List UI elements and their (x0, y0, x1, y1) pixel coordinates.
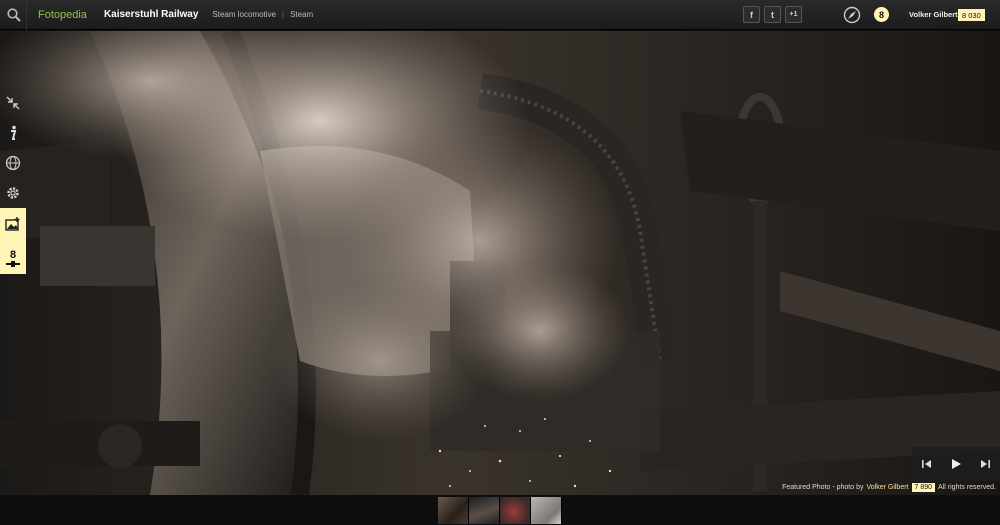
breadcrumb: Steam locomotive | Steam (212, 10, 313, 19)
play-button[interactable] (946, 454, 966, 474)
breadcrumb-item-steam[interactable]: Steam (290, 10, 313, 19)
steam-locomotive-image (0, 31, 1000, 495)
search-icon (7, 7, 21, 22)
twitter-icon: t (771, 9, 774, 20)
previous-button[interactable] (917, 454, 937, 474)
add-to-album-button[interactable] (0, 208, 26, 240)
filmstrip (0, 495, 1000, 525)
credit-prefix: Featured Photo - photo by (782, 484, 864, 491)
rights-text: All rights reserved. (938, 484, 996, 491)
collapse-arrows-icon (6, 96, 20, 110)
brand-link[interactable]: Fotopedia (38, 9, 87, 21)
add-to-album-icon (5, 217, 20, 231)
photo-count-slider[interactable]: 8 (0, 240, 26, 274)
author-score-badge: 7 890 (911, 483, 936, 492)
featured-photo[interactable] (0, 31, 1000, 495)
google-plus-icon: +1 (789, 11, 798, 18)
photo-count: 8 (9, 249, 17, 261)
globe-icon (5, 155, 21, 171)
notification-badge[interactable]: 8 (874, 7, 889, 22)
slideshow-controls (912, 447, 1000, 481)
album-title[interactable]: Kaiserstuhl Railway (104, 9, 198, 20)
photo-credit: Featured Photo - photo by Volker Gilbert… (782, 483, 996, 492)
facebook-button[interactable]: f (743, 6, 760, 23)
thumbnail-3[interactable] (500, 497, 531, 524)
divider (26, 0, 27, 30)
previous-icon (921, 460, 931, 468)
twitter-button[interactable]: t (764, 6, 781, 23)
google-plus-button[interactable]: +1 (785, 6, 802, 23)
thumbnail-1[interactable] (438, 497, 469, 524)
explore-button[interactable] (843, 6, 861, 24)
slider-icon (6, 261, 20, 267)
user-score-badge: 8 030 (958, 9, 985, 21)
thumbnail-4[interactable] (531, 497, 562, 524)
info-button[interactable] (0, 118, 26, 148)
info-icon (11, 125, 17, 140)
thumbnail-list (438, 497, 562, 524)
gear-icon (7, 187, 19, 199)
facebook-icon: f (750, 9, 753, 20)
search-button[interactable] (2, 0, 26, 30)
next-icon (981, 460, 991, 468)
thumbnail-2[interactable] (469, 497, 500, 524)
settings-button[interactable] (0, 178, 26, 208)
left-toolbar: 8 (0, 88, 26, 274)
map-button[interactable] (0, 148, 26, 178)
top-bar: Fotopedia Kaiserstuhl Railway Steam loco… (0, 0, 1000, 30)
breadcrumb-item-steam-locomotive[interactable]: Steam locomotive (212, 10, 276, 19)
user-name[interactable]: Volker Gilbert (909, 10, 958, 19)
play-icon (951, 459, 961, 469)
next-button[interactable] (975, 454, 995, 474)
breadcrumb-separator: | (282, 10, 285, 19)
social-share: f t +1 (743, 6, 802, 23)
compass-icon (843, 6, 861, 24)
author-link[interactable]: Volker Gilbert (866, 484, 908, 491)
collapse-button[interactable] (0, 88, 26, 118)
